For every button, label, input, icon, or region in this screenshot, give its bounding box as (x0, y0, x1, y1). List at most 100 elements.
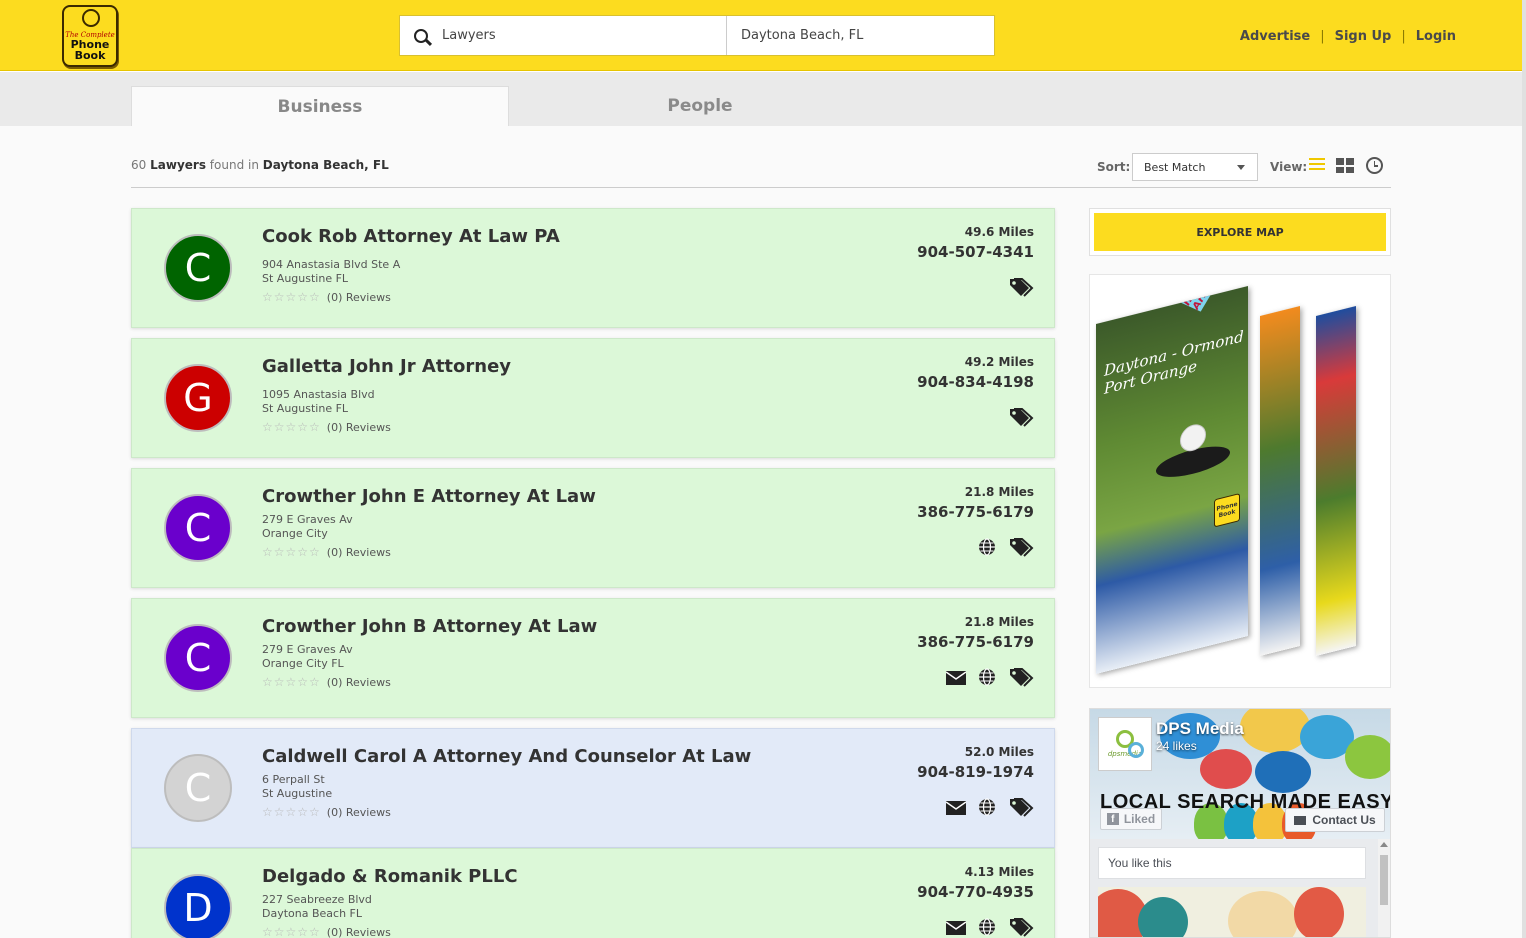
result-found-in: found in (209, 158, 259, 172)
listing-reviews[interactable]: ☆☆☆☆☆ (0) Reviews (262, 290, 391, 304)
search-keyword-input[interactable] (442, 16, 712, 55)
tag-icon[interactable] (1008, 797, 1034, 817)
listing-avatar[interactable]: C (164, 494, 232, 562)
star-rating-icon: ☆☆☆☆☆ (262, 805, 321, 819)
tab-business[interactable]: Business (131, 86, 509, 126)
feed-scrollbar[interactable] (1378, 839, 1390, 937)
review-count: (0) Reviews (326, 805, 391, 819)
listing-name[interactable]: Delgado & Romanik PLLC (262, 866, 518, 887)
login-link[interactable]: Login (1416, 29, 1456, 44)
listing-name[interactable]: Caldwell Carol A Attorney And Counselor … (262, 746, 751, 767)
listing-phone[interactable]: 904-834-4198 (917, 373, 1034, 391)
tag-icon[interactable] (1008, 537, 1034, 557)
listing-actions (945, 797, 1034, 817)
chevron-down-icon (1237, 165, 1245, 170)
tag-icon[interactable] (1008, 667, 1034, 687)
facebook-icon: f (1106, 813, 1119, 825)
nav-separator: | (1401, 29, 1406, 44)
search-where (727, 16, 991, 55)
listing-card[interactable]: C Crowther John E Attorney At Law 279 E Gr… (131, 468, 1055, 588)
listing-avatar[interactable]: G (164, 364, 232, 432)
grid-view-icon[interactable] (1336, 158, 1354, 173)
listing-phone[interactable]: 904-819-1974 (917, 763, 1034, 781)
tag-icon[interactable] (1008, 277, 1034, 297)
listing-phone[interactable]: 904-507-4341 (917, 243, 1034, 261)
review-count: (0) Reviews (326, 925, 391, 938)
sign-up-link[interactable]: Sign Up (1335, 29, 1392, 44)
explore-map-button[interactable]: EXPLORE MAP (1094, 213, 1386, 251)
post-shape (1228, 891, 1298, 937)
scroll-thumb[interactable] (1380, 855, 1388, 905)
clock-icon[interactable] (1366, 157, 1383, 174)
mail-icon[interactable] (945, 920, 967, 935)
listing-reviews[interactable]: ☆☆☆☆☆ (0) Reviews (262, 805, 391, 819)
phone-book-ad[interactable]: Daytona - Ormond Port Orange Injured? Ar… (1089, 274, 1391, 688)
search-type-tabs: Business People (0, 72, 1526, 126)
cover-bubble (1345, 735, 1390, 779)
site-logo[interactable]: The Complete Phone Book (62, 5, 118, 67)
mail-icon[interactable] (945, 800, 967, 815)
search-icon[interactable] (414, 28, 428, 43)
listing-avatar[interactable]: C (164, 754, 232, 822)
listing-card[interactable]: C Caldwell Carol A Attorney And Counselor… (131, 728, 1055, 848)
listing-avatar[interactable]: D (164, 874, 232, 938)
facebook-post-image[interactable] (1098, 887, 1366, 937)
page-scrollbar[interactable] (1522, 0, 1526, 938)
globe-icon[interactable] (978, 668, 996, 686)
facebook-likes: 24 likes (1156, 739, 1197, 753)
listing-reviews[interactable]: ☆☆☆☆☆ (0) Reviews (262, 545, 391, 559)
ad-badge: Phone Book (1214, 493, 1240, 528)
listing-actions (1008, 277, 1034, 297)
address-line1: 279 E Graves Av (262, 513, 353, 526)
listing-actions (945, 917, 1034, 937)
listing-phone[interactable]: 904-770-4935 (917, 883, 1034, 901)
contact-label: Contact Us (1312, 813, 1376, 827)
globe-icon[interactable] (978, 538, 996, 556)
ad-book-back (1316, 306, 1356, 656)
listing-reviews[interactable]: ☆☆☆☆☆ (0) Reviews (262, 925, 391, 938)
scroll-up-icon[interactable] (1380, 842, 1388, 847)
result-category: Lawyers (150, 158, 206, 172)
list-view-icon[interactable] (1309, 158, 1325, 172)
listing-card[interactable]: C Crowther John B Attorney At Law 279 E Gr… (131, 598, 1055, 718)
listing-name[interactable]: Crowther John B Attorney At Law (262, 616, 597, 637)
contact-us-button[interactable]: Contact Us (1285, 808, 1385, 832)
listing-phone[interactable]: 386-775-6179 (917, 503, 1034, 521)
listing-reviews[interactable]: ☆☆☆☆☆ (0) Reviews (262, 420, 391, 434)
listing-address: 6 Perpall St St Augustine (262, 773, 332, 801)
listing-avatar[interactable]: C (164, 234, 232, 302)
facebook-page-name[interactable]: DPS Media (1156, 719, 1244, 739)
dps-media-avatar[interactable]: dpsmedia (1098, 717, 1152, 771)
address-line1: 6 Perpall St (262, 773, 325, 786)
listing-reviews[interactable]: ☆☆☆☆☆ (0) Reviews (262, 675, 391, 689)
ad-book-middle (1260, 306, 1300, 656)
listing-distance: 21.8 Miles (964, 485, 1034, 499)
view-label: View: (1270, 160, 1308, 174)
listing-name[interactable]: Cook Rob Attorney At Law PA (262, 226, 560, 247)
sort-select[interactable]: Best Match (1132, 153, 1258, 181)
facebook-cover: dpsmedia DPS Media 24 likes LOCAL SEARCH… (1090, 709, 1390, 839)
address-line1: 1095 Anastasia Blvd (262, 388, 375, 401)
address-line2: St Augustine FL (262, 402, 349, 415)
listing-phone[interactable]: 386-775-6179 (917, 633, 1034, 651)
listing-card[interactable]: G Galletta John Jr Attorney 1095 Anastasia… (131, 338, 1055, 458)
liked-button[interactable]: f Liked (1100, 808, 1162, 830)
mail-icon[interactable] (945, 670, 967, 685)
tag-icon[interactable] (1008, 917, 1034, 937)
advertise-link[interactable]: Advertise (1240, 29, 1310, 44)
search-location-input[interactable] (741, 16, 991, 55)
facebook-widget: dpsmedia DPS Media 24 likes LOCAL SEARCH… (1089, 708, 1391, 938)
tag-icon[interactable] (1008, 407, 1034, 427)
nav-separator: | (1320, 29, 1325, 44)
globe-icon[interactable] (978, 918, 996, 936)
listing-avatar[interactable]: C (164, 624, 232, 692)
tab-people[interactable]: People (511, 86, 889, 126)
ad-book-cover: Daytona - Ormond Port Orange Injured? Ar… (1096, 286, 1248, 674)
listing-card[interactable]: D Delgado & Romanik PLLC 227 Seabreeze Blv… (131, 848, 1055, 938)
star-rating-icon: ☆☆☆☆☆ (262, 925, 321, 938)
globe-icon[interactable] (978, 798, 996, 816)
listing-name[interactable]: Galletta John Jr Attorney (262, 356, 511, 377)
listing-card[interactable]: C Cook Rob Attorney At Law PA 904 Anastasi… (131, 208, 1055, 328)
address-line2: Orange City (262, 527, 328, 540)
listing-name[interactable]: Crowther John E Attorney At Law (262, 486, 596, 507)
